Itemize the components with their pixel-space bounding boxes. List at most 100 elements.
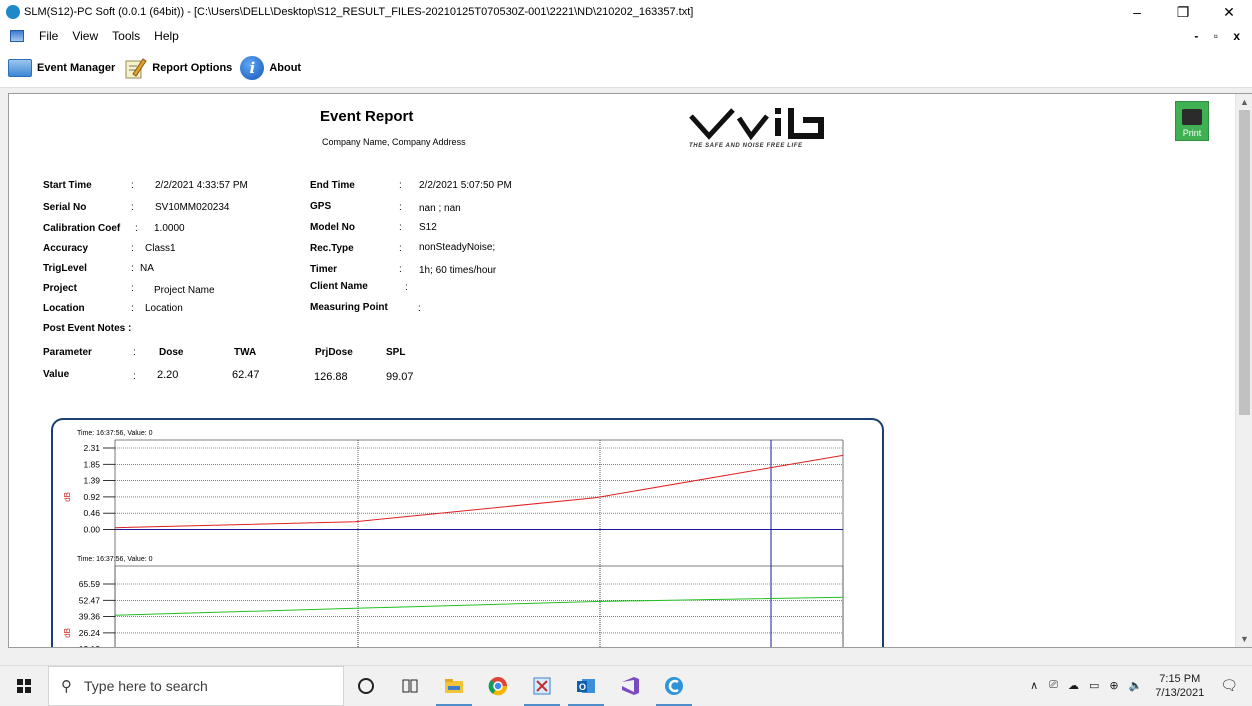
vil-logo-mark [689,108,824,141]
print-label: Print [1182,128,1202,138]
battery-icon[interactable]: ▭ [1089,679,1099,692]
task-view-icon[interactable] [388,666,432,706]
end-time-value: 2/2/2021 5:07:50 PM [419,180,512,191]
chart-frame: Time: 16:37:56, Value: 0 2.31 1.85 1.39 0.92… [51,418,884,648]
vil-logo: THE SAFE AND NOISE FREE LIFE [689,106,849,158]
notifications-icon[interactable]: 🗨 [1220,677,1238,694]
file-explorer-icon[interactable] [432,666,476,706]
report-viewer: Event Report Company Name, Company Addre… [8,93,1252,648]
y-tick-label: 0.92 [83,492,100,502]
series-line [114,596,844,616]
chart-annotation: Time: 16:37:56, Value: 0 [77,556,153,563]
report-options-label: Report Options [152,61,233,74]
value-label: Value [43,369,70,380]
scrollbar-thumb[interactable] [1239,110,1250,415]
taskbar-search-box[interactable]: ⚲ Type here to search [48,665,344,706]
meet-now-icon[interactable]: ⎚ [1049,679,1058,692]
post-event-notes-label: Post Event Notes : [43,323,132,334]
y-tick-label: 0.46 [83,508,100,518]
y-tick-label: 13.12 [79,644,101,648]
system-tray: ∧ ⎚ ☁ ▭ ⊕ 🔈 7:15 PM 7/13/2021 🗨 [1024,672,1252,700]
measuring-point-label: Measuring Point [310,302,388,313]
model-no-value: S12 [419,222,437,233]
location-value: Location [145,303,183,314]
calibration-coef-value: 1.0000 [154,223,185,234]
report-options-button[interactable]: Report Options [123,56,232,80]
about-button[interactable]: i About [240,55,301,80]
network-icon[interactable]: ⊕ [1109,679,1118,692]
value-sep: : [133,371,136,382]
search-placeholder: Type here to search [84,677,208,694]
close-button[interactable]: ✕ [1206,0,1252,24]
window-title: SLM(S12)-PC Soft (0.0.1 (64bit)) - [C:\U… [24,6,694,18]
maximize-button[interactable]: ❐ [1160,0,1206,24]
minimize-button[interactable]: – [1114,0,1160,24]
end-time-sep: : [399,180,402,191]
measuring-point-sep: : [418,303,421,314]
client-name-sep: : [405,282,408,293]
triglevel-label: TrigLevel [43,263,87,274]
scroll-down-arrow-icon[interactable]: ▼ [1236,631,1252,647]
location-label: Location [43,303,85,314]
taskbar: ⚲ Type here to search O ∧ ⎚ ☁ ▭ ⊕ 🔈 7:15… [0,665,1252,706]
report-title: Event Report [320,108,414,125]
start-time-value: 2/2/2021 4:33:57 PM [155,180,248,191]
menu-tools[interactable]: Tools [105,29,147,43]
menu-file[interactable]: File [32,29,65,43]
cortana-icon[interactable] [344,666,388,706]
report-subtitle: Company Name, Company Address [322,137,466,147]
volume-icon[interactable]: 🔈 [1129,679,1143,692]
scroll-up-arrow-icon[interactable]: ▲ [1236,94,1252,110]
timer-label: Timer [310,264,338,275]
parameter-label: Parameter [43,347,92,358]
rec-type-label: Rec.Type [310,243,354,254]
y-tick-label: 65.59 [79,579,101,589]
model-no-label: Model No [310,222,355,233]
snipping-tool-icon[interactable] [520,666,564,706]
y-tick-label: 26.24 [79,628,101,638]
start-button[interactable] [0,666,48,706]
start-time-sep: : [131,180,134,191]
param-header-dose: Dose [159,347,184,358]
project-sep: : [131,283,134,294]
param-header-twa: TWA [234,347,257,358]
calibration-coef-sep: : [135,223,138,234]
accuracy-value: Class1 [145,243,176,254]
location-sep: : [131,303,134,314]
clock-time: 7:15 PM [1159,672,1201,685]
serial-no-label: Serial No [43,202,87,213]
show-hidden-icons-icon[interactable]: ∧ [1030,679,1038,692]
outlook-icon[interactable]: O [564,666,608,706]
vertical-scrollbar[interactable]: ▲ ▼ [1235,94,1252,647]
y-tick-label: 0.00 [83,525,100,535]
document-icon[interactable] [10,30,24,42]
menu-help[interactable]: Help [147,29,186,43]
serial-no-value: SV10MM020234 [155,202,230,213]
chrome-icon[interactable] [476,666,520,706]
param-header-prjdose: PrjDose [315,347,353,358]
event-manager-button[interactable]: Event Manager [8,58,115,77]
slm-pc-soft-icon[interactable] [652,666,696,706]
param-value-prjdose: 126.88 [314,371,348,383]
search-icon: ⚲ [61,677,72,695]
taskbar-clock[interactable]: 7:15 PM 7/13/2021 [1155,672,1204,700]
serial-no-sep: : [131,202,134,213]
printer-icon [1182,109,1202,125]
menu-view[interactable]: View [65,29,105,43]
print-button[interactable]: Print [1175,101,1209,141]
onedrive-icon[interactable]: ☁ [1068,679,1079,692]
rec-type-sep: : [399,243,402,254]
series-line [114,454,844,529]
visual-studio-icon[interactable] [608,666,652,706]
project-label: Project [43,283,77,294]
y-tick-label: 2.31 [83,443,100,453]
param-value-twa: 62.47 [232,369,260,381]
mdi-window-controls[interactable]: - ▫ x [1194,29,1246,43]
logo-tagline: THE SAFE AND NOISE FREE LIFE [689,143,803,149]
accuracy-label: Accuracy [43,243,89,254]
chart-annotation: Time: 16:37:56, Value: 0 [77,430,153,437]
calibration-coef-label: Calibration Coef [43,223,121,234]
timer-value: 1h; 60 times/hour [419,265,497,276]
gps-sep: : [399,202,402,213]
param-value-spl: 99.07 [386,371,414,383]
